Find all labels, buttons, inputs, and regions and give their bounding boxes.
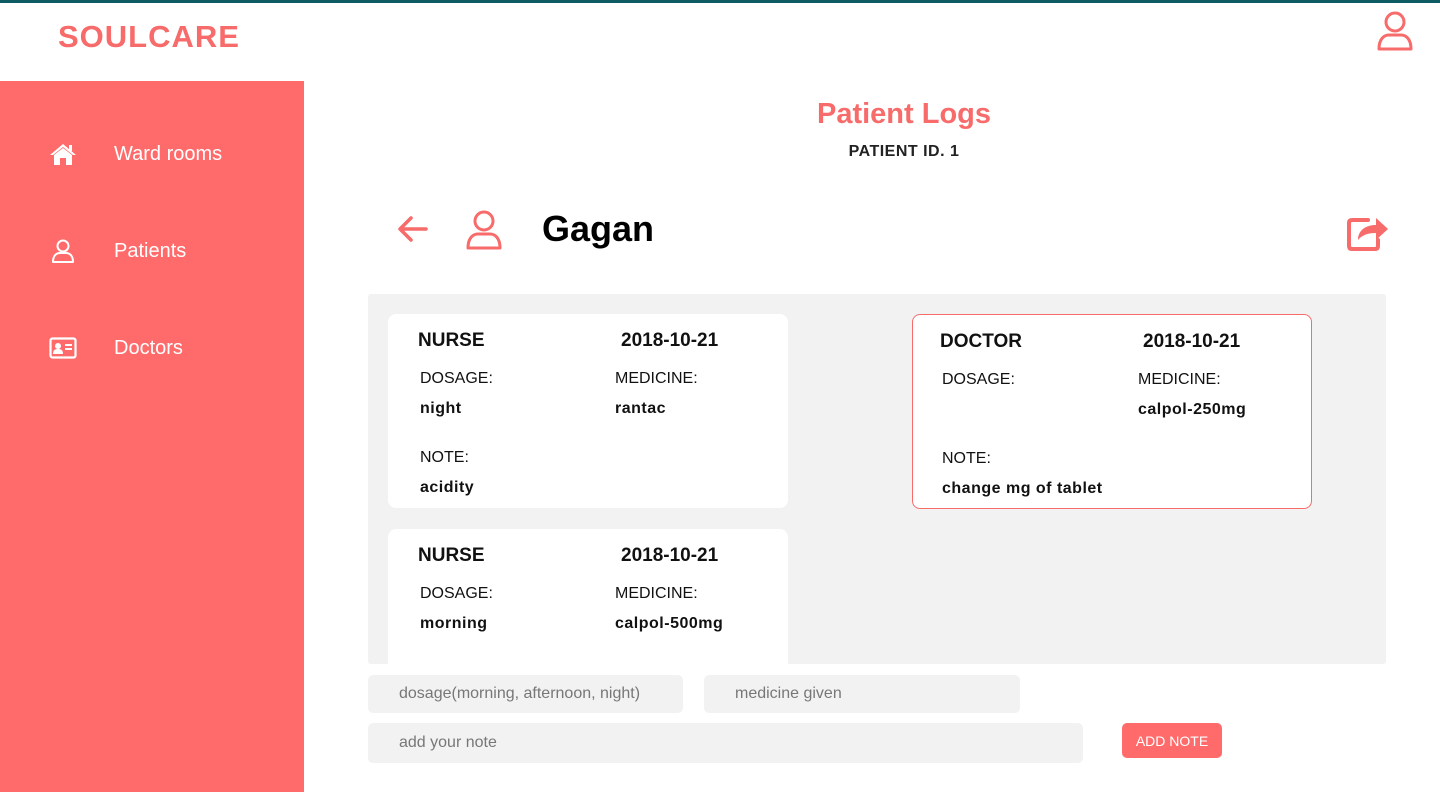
account-user-icon[interactable]: [1374, 9, 1416, 53]
medicine-value: rantac: [615, 400, 667, 417]
note-label: NOTE:: [942, 450, 991, 467]
note-input[interactable]: [368, 723, 1083, 763]
log-card-nurse: NURSE 2018-10-21 DOSAGE: MEDICINE: morni…: [388, 529, 788, 664]
patient-id-label: PATIENT ID. 1: [848, 143, 960, 160]
sidebar-item-label: Patients: [114, 239, 187, 262]
medicine-label: MEDICINE:: [615, 585, 698, 602]
log-date: 2018-10-21: [1143, 331, 1241, 352]
share-icon[interactable]: [1346, 212, 1390, 252]
medicine-label: MEDICINE:: [1138, 371, 1221, 388]
sidebar: Ward rooms Patients Doctors: [0, 81, 304, 792]
log-date: 2018-10-21: [621, 545, 719, 566]
log-card-nurse: NURSE 2018-10-21 DOSAGE: MEDICINE: night…: [388, 314, 788, 508]
note-label: NOTE:: [420, 449, 469, 466]
sidebar-item-patients[interactable]: Patients: [0, 223, 304, 279]
note-value: change mg of tablet: [942, 480, 1103, 497]
dosage-label: DOSAGE:: [420, 585, 493, 602]
sidebar-item-label: Ward rooms: [114, 142, 223, 165]
user-icon: [48, 237, 78, 265]
dosage-label: DOSAGE:: [942, 371, 1015, 388]
log-role: NURSE: [418, 545, 485, 566]
dosage-label: DOSAGE:: [420, 370, 493, 387]
log-role: DOCTOR: [940, 331, 1022, 352]
medicine-value: calpol-250mg: [1138, 401, 1247, 418]
medicine-value: calpol-500mg: [615, 615, 724, 632]
log-date: 2018-10-21: [621, 330, 719, 351]
log-role: NURSE: [418, 330, 485, 351]
sidebar-item-ward-rooms[interactable]: Ward rooms: [0, 126, 304, 182]
add-note-button[interactable]: ADD NOTE: [1122, 723, 1222, 758]
patient-name: Gagan: [542, 208, 655, 249]
log-card-doctor: DOCTOR 2018-10-21 DOSAGE: MEDICINE: calp…: [912, 314, 1312, 509]
dosage-input[interactable]: [368, 675, 683, 713]
app-header: SOULCARE: [0, 3, 1440, 81]
logs-panel: NURSE 2018-10-21 DOSAGE: MEDICINE: night…: [368, 294, 1386, 664]
home-icon: [48, 140, 78, 168]
dosage-value: night: [420, 400, 462, 417]
patient-avatar-icon: [464, 208, 504, 252]
sidebar-item-doctors[interactable]: Doctors: [0, 320, 304, 376]
sidebar-item-label: Doctors: [114, 336, 183, 359]
medicine-label: MEDICINE:: [615, 370, 698, 387]
page-title: Patient Logs: [816, 98, 991, 130]
back-arrow-icon[interactable]: [396, 212, 430, 246]
dosage-value: morning: [420, 615, 488, 632]
id-card-icon: [48, 334, 78, 362]
brand-logo[interactable]: SOULCARE: [58, 19, 240, 55]
medicine-input[interactable]: [704, 675, 1020, 713]
note-value: acidity: [420, 479, 475, 496]
